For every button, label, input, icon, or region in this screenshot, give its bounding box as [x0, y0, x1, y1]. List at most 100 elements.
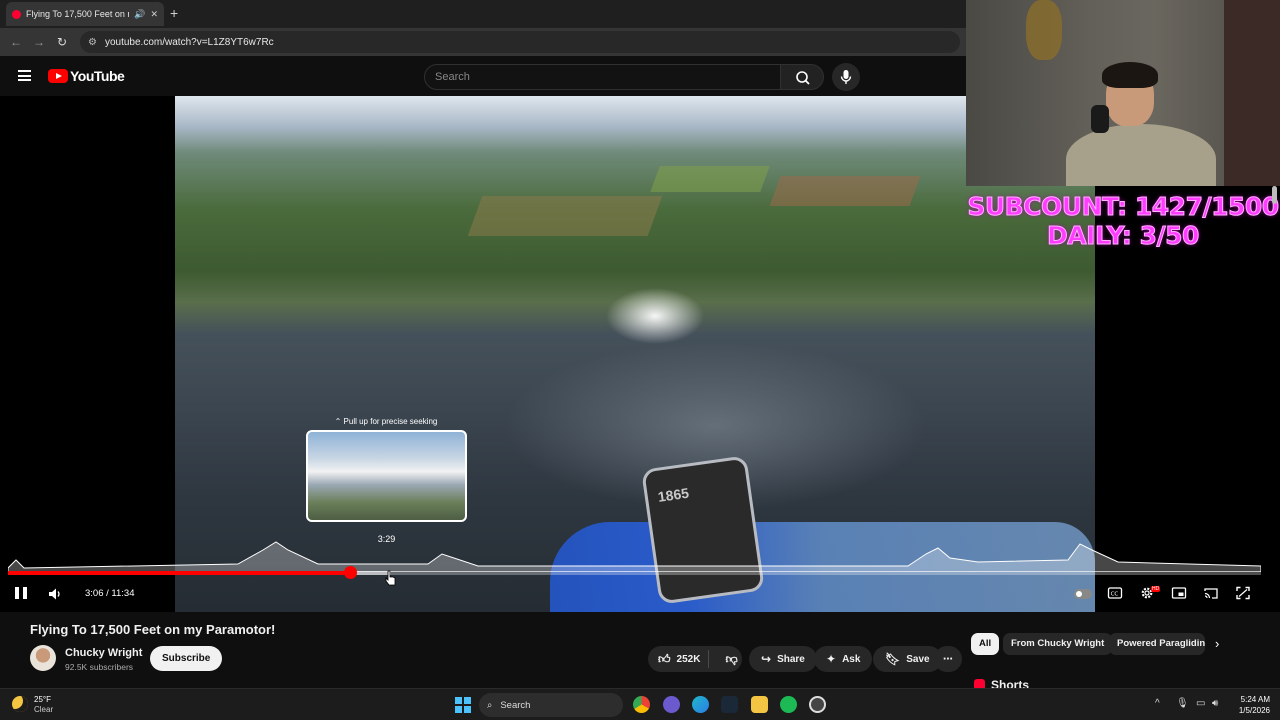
volume-button[interactable] — [48, 587, 62, 604]
streamer-body — [1066, 124, 1216, 186]
progress-played — [8, 571, 351, 575]
windows-start-icon[interactable] — [455, 697, 471, 713]
youtube-header: YouTube Search — [0, 56, 966, 96]
search-button[interactable] — [780, 64, 824, 90]
share-button[interactable]: ↪ Share — [749, 646, 817, 672]
youtube-favicon-icon — [12, 9, 21, 19]
streamer-webcam — [966, 0, 1280, 186]
discord-icon[interactable] — [663, 696, 680, 713]
subscribe-button[interactable]: Subscribe — [150, 646, 223, 671]
share-label: Share — [777, 653, 805, 665]
search-input[interactable]: Search — [424, 64, 781, 90]
save-button[interactable]: 🔖︎ Save — [873, 646, 942, 672]
like-count: 252K — [676, 653, 701, 665]
system-clock[interactable]: 5:24 AM 1/5/2026 — [1228, 694, 1270, 716]
back-arrow-icon[interactable]: ← — [10, 35, 22, 49]
chip-all[interactable]: All — [971, 633, 1000, 655]
chrome-icon[interactable] — [633, 696, 650, 713]
weather-condition[interactable]: Clear — [34, 705, 53, 714]
autoplay-toggle[interactable] — [1074, 589, 1092, 599]
more-actions-button[interactable]: ⋯ — [934, 646, 962, 672]
ask-label: Ask — [842, 653, 861, 665]
gold-balloon — [1026, 0, 1062, 60]
share-arrow-icon: ↪ — [761, 652, 772, 666]
mouse-cursor-icon — [385, 570, 396, 586]
streamer-hair — [1102, 62, 1158, 88]
ask-button[interactable]: ✦ Ask — [814, 646, 873, 672]
volume-tray-icon[interactable]: 🔊︎ — [1212, 698, 1218, 709]
progress-bar[interactable] — [8, 571, 1261, 575]
windows-taskbar: 25°F Clear ⌕ Search ^ 🎙︎ ▭ 🔊︎ 5:24 AM 1/… — [0, 688, 1280, 720]
bookmark-icon: 🔖︎ — [885, 652, 901, 666]
cast-button[interactable] — [1203, 586, 1219, 600]
tray-overflow-chevron-icon[interactable]: ^ — [1155, 698, 1160, 709]
close-tab-icon[interactable]: ✕ — [150, 9, 158, 20]
edge-icon[interactable] — [692, 696, 709, 713]
farm-field — [467, 196, 663, 236]
page-scrollbar[interactable] — [1272, 186, 1277, 204]
spotify-icon[interactable] — [780, 696, 797, 713]
phone-in-hand: 1865 — [641, 455, 765, 605]
streamer-microphone — [1091, 105, 1109, 133]
more-dots-icon: ⋯ — [943, 653, 953, 665]
subcount-overlay: SUBCOUNT: 1427/1500 DAILY: 3/50 — [966, 192, 1280, 251]
seek-preview-thumbnail — [306, 430, 467, 522]
speaker-icon[interactable]: 🔊 — [134, 9, 145, 20]
save-label: Save — [906, 653, 930, 665]
tab-title: Flying To 17,500 Feet on my Paramotor! -… — [26, 9, 129, 19]
dislike-button[interactable]: 👎︎ — [715, 652, 747, 667]
captions-button[interactable]: CC — [1107, 586, 1123, 600]
site-info-icon[interactable]: ⚙ — [88, 37, 97, 48]
steam-icon[interactable] — [721, 696, 738, 713]
forward-arrow-icon[interactable]: → — [33, 35, 45, 49]
svg-text:CC: CC — [1111, 592, 1119, 598]
fullscreen-button[interactable] — [1235, 586, 1251, 600]
youtube-logo-text[interactable]: YouTube — [70, 68, 125, 84]
chip-from-chucky-wright[interactable]: From Chucky Wright — [1003, 633, 1113, 655]
moon-icon[interactable] — [12, 696, 28, 712]
chip-powered-paragliding[interactable]: Powered Paragliding — [1109, 633, 1205, 655]
seek-hint: ⌃ Pull up for precise seeking — [334, 417, 438, 426]
address-toolbar: ← → ↻ ⚙ youtube.com/watch?v=L1Z8YT6w7Rc — [0, 28, 966, 56]
video-title: Flying To 17,500 Feet on my Paramotor! — [30, 622, 276, 637]
search-icon — [796, 71, 810, 85]
farm-field — [650, 166, 770, 192]
pause-button[interactable] — [15, 587, 27, 599]
clock-time: 5:24 AM — [1240, 695, 1270, 704]
like-dislike-group: 👍︎ 252K 👎︎ — [648, 646, 742, 672]
time-display: 3:06 / 11:34 — [85, 588, 135, 599]
clock-date: 1/5/2026 — [1238, 706, 1270, 715]
network-icon[interactable]: ▭ — [1196, 698, 1205, 709]
most-replayed-heatmap — [8, 541, 1261, 572]
microphone-tray-icon[interactable]: 🎙︎ — [1176, 698, 1189, 709]
youtube-logo-icon[interactable] — [48, 69, 68, 83]
miniplayer-icon — [1171, 587, 1187, 599]
app-icon[interactable] — [809, 696, 826, 713]
browser-tab-bar: Flying To 17,500 Feet on my Paramotor! -… — [0, 0, 966, 28]
progress-scrubber-handle[interactable] — [343, 566, 357, 579]
taskbar-search[interactable]: ⌕ Search — [479, 693, 623, 717]
browser-tab[interactable]: Flying To 17,500 Feet on my Paramotor! -… — [6, 2, 164, 26]
daily-count-text: DAILY: 3/50 — [1047, 221, 1200, 251]
new-tab-button[interactable]: + — [170, 5, 178, 21]
weather-temperature[interactable]: 25°F — [34, 695, 51, 704]
file-explorer-icon[interactable] — [751, 696, 768, 713]
subscriber-count: 92.5K subscribers — [65, 662, 134, 672]
webcam-shelf — [1224, 0, 1280, 186]
reload-icon[interactable]: ↻ — [57, 35, 67, 49]
menu-icon[interactable] — [18, 70, 31, 81]
chevron-right-icon[interactable]: › — [1215, 636, 1219, 651]
miniplayer-button[interactable] — [1171, 586, 1187, 600]
farm-field — [769, 176, 921, 206]
fullscreen-icon — [1236, 586, 1250, 600]
channel-avatar[interactable] — [30, 645, 56, 671]
sparkle-icon: ✦ — [826, 652, 837, 666]
channel-name[interactable]: Chucky Wright — [65, 647, 142, 659]
captions-icon: CC — [1107, 587, 1123, 599]
address-bar[interactable]: ⚙ youtube.com/watch?v=L1Z8YT6w7Rc — [80, 31, 960, 53]
thumbs-up-icon: 👍︎ — [658, 651, 671, 666]
taskbar-search-label: Search — [500, 699, 531, 711]
like-button[interactable]: 👍︎ 252K — [648, 650, 710, 668]
voice-search-button[interactable] — [832, 63, 860, 91]
volume-icon — [49, 588, 60, 600]
